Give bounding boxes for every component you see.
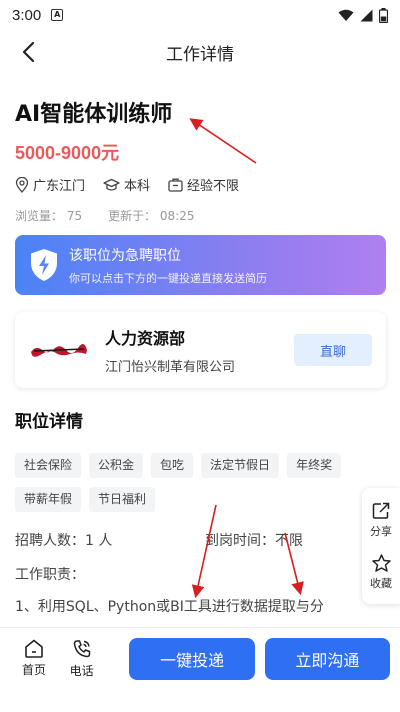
benefit-tag: 包吃 [151,453,194,478]
job-details-section-title: 职位详情 [15,412,83,432]
company-name: 江门怡兴制革有限公司 [105,360,236,375]
benefit-tag: 社会保险 [15,453,82,478]
share-button[interactable]: 分享 [370,502,392,539]
notification-icon: A [51,9,64,21]
graduation-cap-icon [103,178,120,191]
home-icon [25,639,43,658]
page-title: 工作详情 [166,44,234,65]
duty-line: 1、利用SQL、Python或BI工具进行数据提取与分 [15,599,324,615]
department-name: 人力资源部 [105,329,186,348]
benefit-tag: 节日福利 [89,487,156,512]
side-action-panel: 分享 收藏 [362,488,400,604]
banner-subtitle: 你可以点击下方的一键投递直接发送简历 [69,271,267,285]
home-button[interactable]: 首页 [10,639,58,678]
home-label: 首页 [21,663,46,677]
shield-lightning-icon [31,249,57,281]
education: 本科 [103,175,150,194]
phone-icon [73,639,90,657]
job-title: AI智能体训练师 [15,102,173,127]
direct-chat-button[interactable]: 直聊 [294,334,372,366]
benefit-tag: 带薪年假 [15,487,82,512]
location-pin-icon [15,176,29,193]
share-icon [372,502,390,519]
duty-label: 工作职责： [15,567,85,583]
bottom-action-bar: 首页 电话 一键投递 立即沟通 [0,627,400,689]
wifi-icon [338,9,354,21]
salary: 5000-9000元 [15,143,120,163]
job-meta-row: 广东江门 本科 经验不限 [15,175,257,194]
experience: 经验不限 [168,175,239,194]
view-count: 浏览量： 75 [15,209,83,223]
urgent-hiring-banner: 该职位为急聘职位 你可以点击下方的一键投递直接发送简历 [15,235,386,295]
nav-bar: 工作详情 [0,30,400,74]
benefit-tag: 公积金 [89,453,144,478]
annotation-arrow [191,504,217,599]
banner-title: 该职位为急聘职位 [69,247,181,264]
benefit-tag: 年终奖 [287,453,342,478]
briefcase-icon [168,178,183,192]
back-button[interactable] [14,38,42,66]
arrival-time: 到岗时间：不限 [205,533,303,549]
location: 广东江门 [15,175,85,194]
update-time: 更新于： 08:25 [108,209,195,223]
benefit-tags: 社会保险 公积金 包吃 法定节假日 年终奖 带薪年假 节日福利 [15,453,365,512]
experience-text: 经验不限 [187,179,240,194]
phone-label: 电话 [69,663,94,678]
chat-now-button[interactable]: 立即沟通 [264,637,390,680]
share-label: 分享 [370,524,392,538]
favorite-label: 收藏 [370,576,392,590]
star-icon [371,553,391,572]
benefit-tag: 法定节假日 [201,453,280,478]
education-text: 本科 [124,179,151,194]
company-logo-graphic [31,343,87,357]
status-time: 3:00 [12,6,42,24]
home-indicator [0,705,400,712]
stats-row: 浏览量： 75 更新于： 08:25 [15,207,221,224]
battery-icon [379,7,388,23]
recruit-count: 招聘人数：1 人 [15,533,113,549]
status-bar: 3:00 A [0,0,400,30]
one-click-apply-button[interactable]: 一键投递 [129,637,255,680]
phone-button[interactable]: 电话 [58,639,106,679]
location-text: 广东江门 [33,179,86,194]
company-card[interactable]: 人力资源部 江门怡兴制革有限公司 直聊 [15,312,386,388]
recruit-info-row: 招聘人数：1 人 到岗时间：不限 [15,530,375,550]
company-logo [29,338,89,362]
signal-icon [360,9,373,21]
favorite-button[interactable]: 收藏 [370,553,392,591]
annotation-arrow [189,118,257,164]
back-arrow-icon [22,41,35,63]
